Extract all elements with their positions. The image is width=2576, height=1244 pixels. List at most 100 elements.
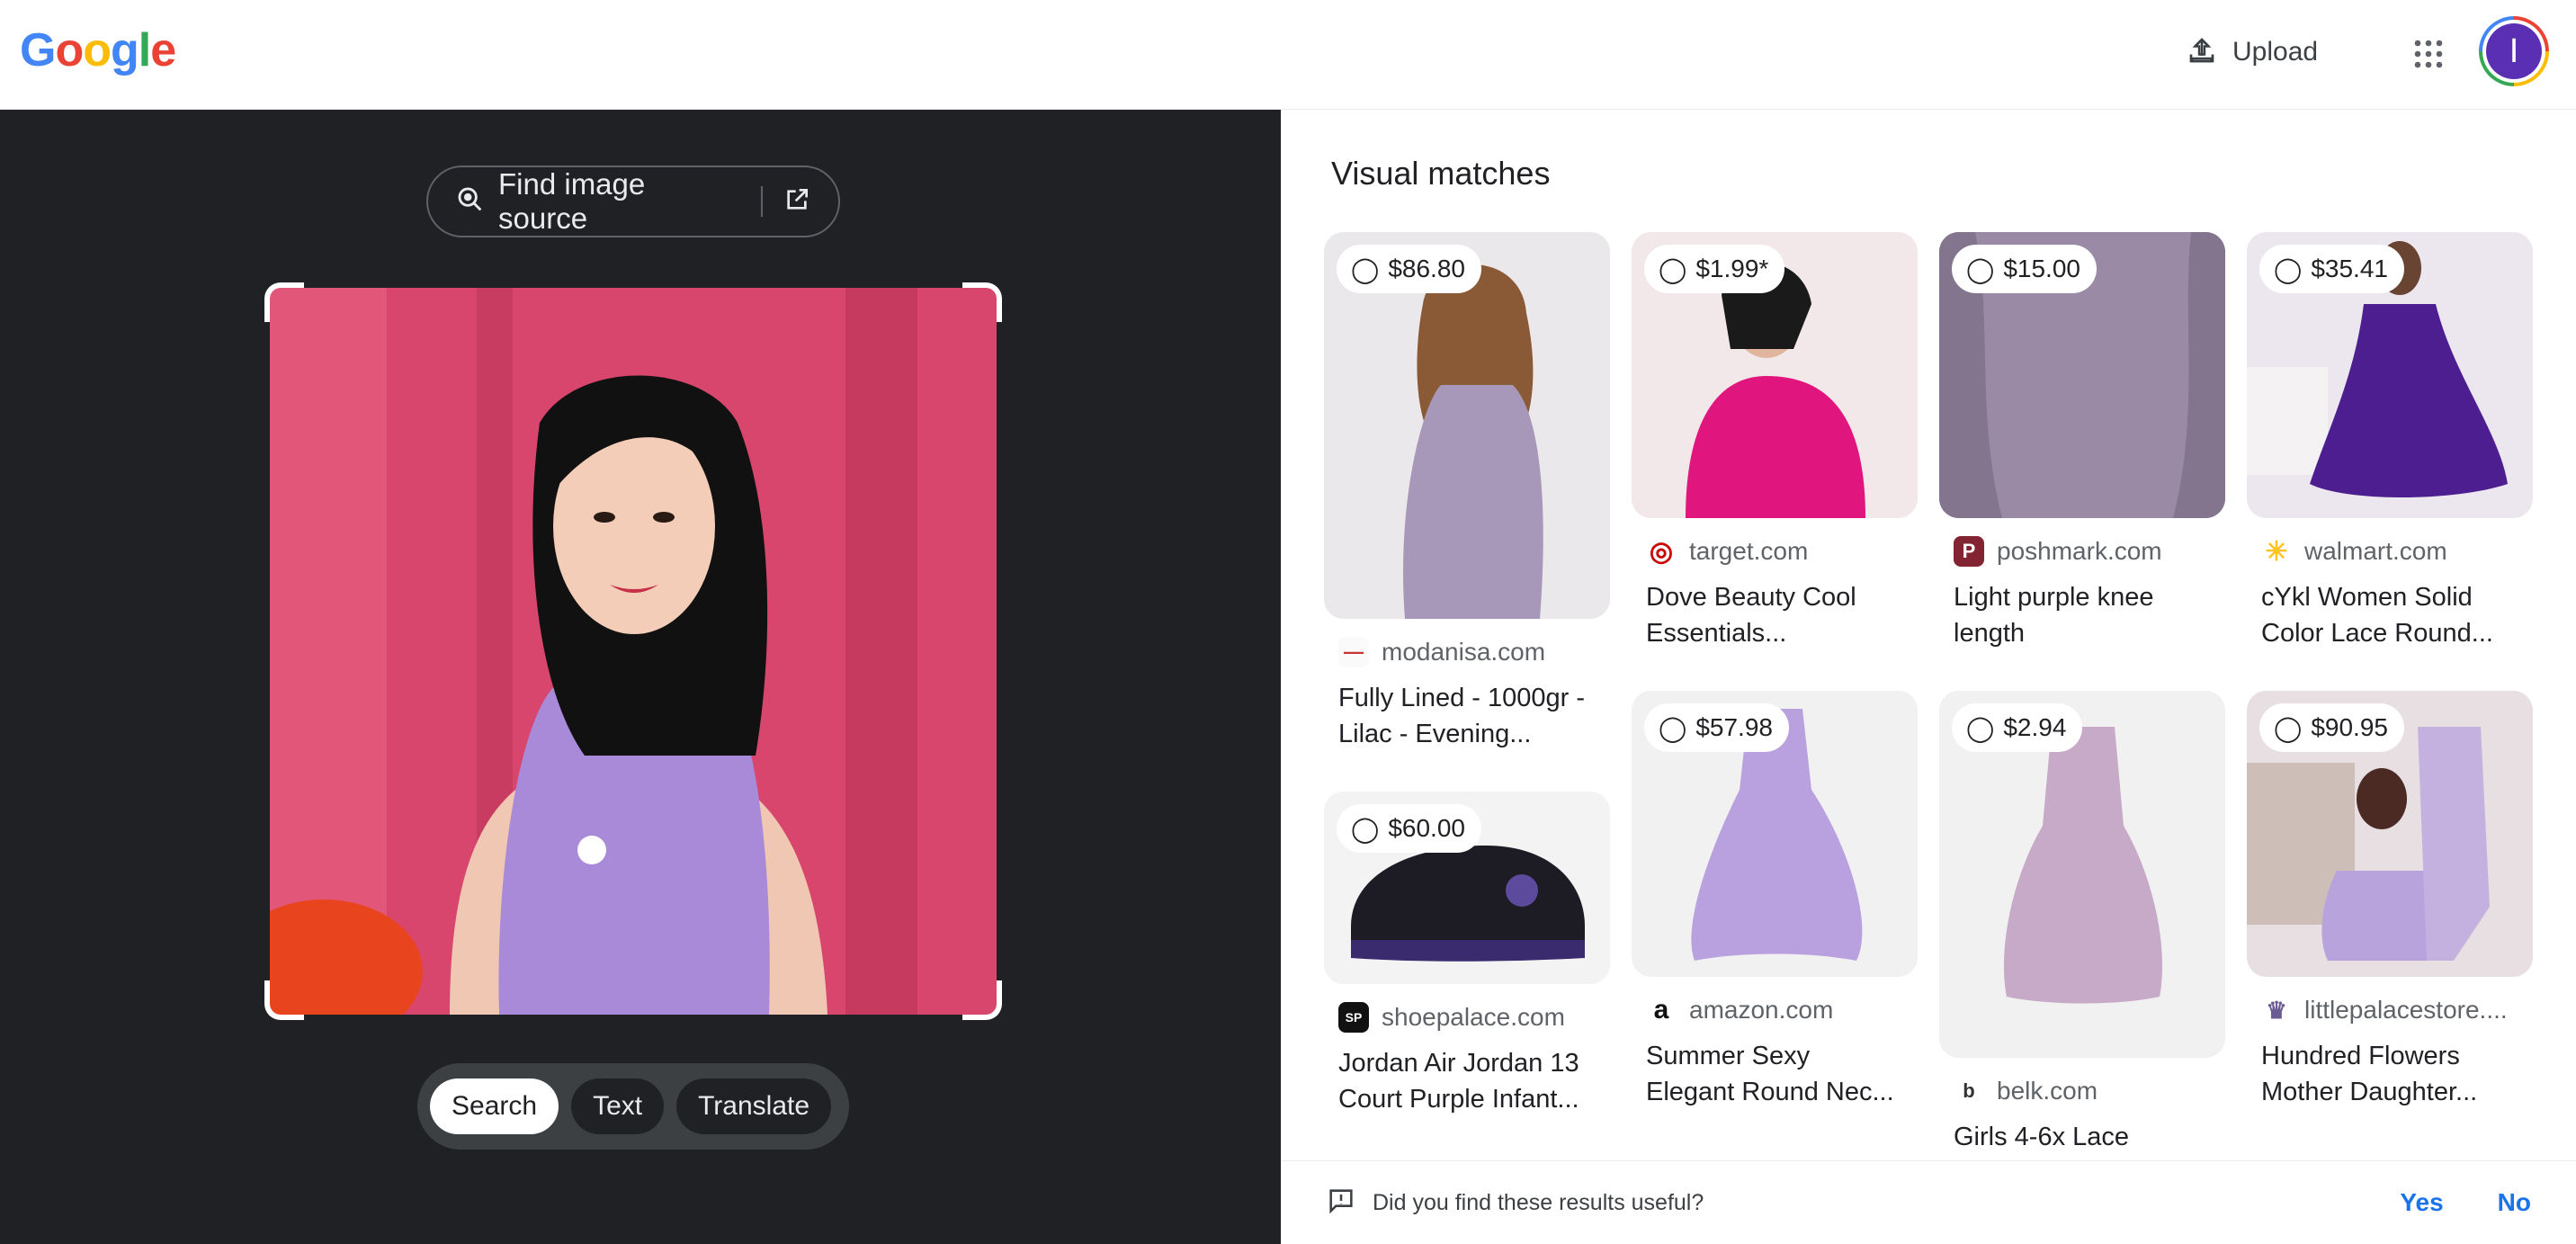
price-tag-icon: ◯ [2274,713,2303,742]
lens-search-icon [455,184,486,219]
result-source: ✳ walmart.com [2247,536,2533,567]
crop-handle-bottom-left[interactable] [264,980,304,1020]
result-card[interactable]: ◯ $86.80 — modanisa.com Fully Lined - 1000… [1324,232,1610,752]
results-feedback-bar: Did you find these results useful? Yes N… [1281,1160,2576,1244]
price-text: $35.41 [2311,255,2388,282]
result-thumbnail: ◯ $60.00 [1324,792,1610,984]
site-favicon-icon: P [1954,536,1984,567]
price-text: $57.98 [1695,713,1773,741]
site-domain: poshmark.com [1997,537,2162,565]
site-favicon-icon: b [1963,1079,1975,1102]
result-thumbnail: ◯ $35.41 [2247,232,2533,518]
google-logo[interactable]: Google [20,23,176,77]
site-favicon-icon: ♛ [2266,996,2287,1024]
price-badge: ◯ $60.00 [1337,804,1481,853]
price-badge: ◯ $1.99* [1644,245,1785,293]
price-text: $90.95 [2311,713,2388,741]
logo-letter: e [150,24,176,76]
result-thumbnail: ◯ $57.98 [1632,691,1918,977]
avatar-ring: I [2482,20,2545,83]
find-image-source-button[interactable]: Find image source [426,166,840,237]
site-domain: belk.com [1997,1077,2098,1105]
result-card[interactable]: ◯ $35.41 ✳ walmart.com cYkl Women Solid Co… [2247,232,2533,651]
feedback-no-button[interactable]: No [2498,1188,2531,1217]
result-source: b belk.com [1939,1076,2225,1106]
price-text: $60.00 [1388,814,1465,842]
result-title: Jordan Air Jordan 13 Court Purple Infant… [1338,1049,1579,1114]
site-domain: walmart.com [2304,537,2447,565]
result-source: ◎ target.com [1632,536,1918,567]
apps-grid-icon [2412,38,2445,75]
find-image-source-label: Find image source [498,167,646,235]
price-tag-icon: ◯ [1659,713,1687,742]
price-badge: ◯ $57.98 [1644,703,1789,752]
crop-handle-top-right[interactable] [962,282,1002,322]
result-card[interactable]: ◯ $90.95 ♛ littlepalacestore.... Hundred F… [2247,691,2533,1110]
crop-handle-top-left[interactable] [264,282,304,322]
site-favicon-icon: ◎ [1649,536,1674,567]
mode-translate[interactable]: Translate [676,1078,832,1134]
price-text: $15.00 [2003,255,2080,282]
price-tag-icon: ◯ [1351,255,1380,283]
result-title: Light purple knee length [1954,583,2154,648]
google-apps-button[interactable] [2402,29,2455,83]
logo-letter: l [138,24,151,76]
result-source: ♛ littlepalacestore.... [2247,995,2533,1025]
mode-search[interactable]: Search [430,1078,559,1134]
feedback-yes-button[interactable]: Yes [2400,1188,2443,1217]
site-domain: shoepalace.com [1382,1003,1565,1031]
price-tag-icon: ◯ [1659,255,1687,283]
price-tag-icon: ◯ [2274,255,2303,283]
upload-label: Upload [2232,37,2319,67]
account-avatar[interactable]: I [2479,16,2549,86]
result-thumbnail: ◯ $2.94 [1939,691,2225,1058]
result-thumbnail: ◯ $90.95 [2247,691,2533,977]
price-text: $86.80 [1388,255,1465,282]
price-text: $2.94 [2003,713,2067,741]
logo-letter: o [55,24,84,76]
upload-button[interactable]: Upload [2168,25,2336,79]
result-title: cYkl Women Solid Color Lace Round... [2261,583,2493,648]
result-source: — modanisa.com [1324,637,1610,667]
crop-handle-bottom-right[interactable] [962,980,1002,1020]
feedback-icon [1326,1186,1356,1221]
result-card[interactable]: ◯ $57.98 a amazon.com Summer Sexy Elegant … [1632,691,1918,1110]
result-thumbnail: ◯ $1.99* [1632,232,1918,518]
price-badge: ◯ $35.41 [2259,245,2404,293]
visual-matches-heading: Visual matches [1331,155,1551,192]
result-title: Hundred Flowers Mother Daughter... [2261,1042,2478,1106]
site-domain: modanisa.com [1382,638,1546,666]
results-pane: Visual matches ◯ $86.80 — modanisa.com Ful… [1281,110,2576,1244]
result-title: Dove Beauty Cool Essentials... [1646,583,1856,648]
mode-text[interactable]: Text [571,1078,665,1134]
price-badge: ◯ $2.94 [1952,703,2083,752]
open-in-new-icon [783,185,811,219]
site-domain: littlepalacestore.... [2304,996,2508,1024]
logo-letter: G [20,24,56,76]
divider [761,186,763,217]
logo-letter: g [110,24,139,76]
result-card[interactable]: ◯ $2.94 b belk.com Girls 4-6x Lace [1939,691,2225,1191]
search-image-frame[interactable] [264,282,1002,1020]
site-favicon-icon: — [1338,637,1369,667]
result-source: SP shoepalace.com [1324,1002,1610,1033]
result-source: Pposhmark.com [1939,536,2225,567]
result-card[interactable]: ◯ $15.00 Pposhmark.com Light purple knee … [1939,232,2225,651]
result-source: a amazon.com [1632,995,1918,1025]
visual-matches-grid: ◯ $86.80 — modanisa.com Fully Lined - 1000… [1324,232,2547,1244]
result-thumbnail: ◯ $15.00 [1939,232,2225,518]
query-photo [270,288,997,1015]
result-title: Fully Lined - 1000gr - Lilac - Evening..… [1338,684,1586,748]
price-tag-icon: ◯ [1966,255,1995,283]
logo-letter: o [83,24,112,76]
header-bar: Google Upload I [0,0,2576,110]
lens-mode-switcher: Search Text Translate [417,1063,849,1150]
price-text: $1.99* [1695,255,1769,282]
result-card[interactable]: ◯ $1.99* ◎ target.com Dove Beauty Cool Ess… [1632,232,1918,651]
site-favicon-icon: a [1653,995,1669,1025]
result-card[interactable]: ◯ $60.00 SP shoepalace.com Jordan Air Jord… [1324,792,1610,1117]
feedback-question: Did you find these results useful? [1373,1189,1704,1215]
price-badge: ◯ $90.95 [2259,703,2404,752]
price-tag-icon: ◯ [1966,713,1995,742]
site-domain: amazon.com [1689,996,1834,1024]
